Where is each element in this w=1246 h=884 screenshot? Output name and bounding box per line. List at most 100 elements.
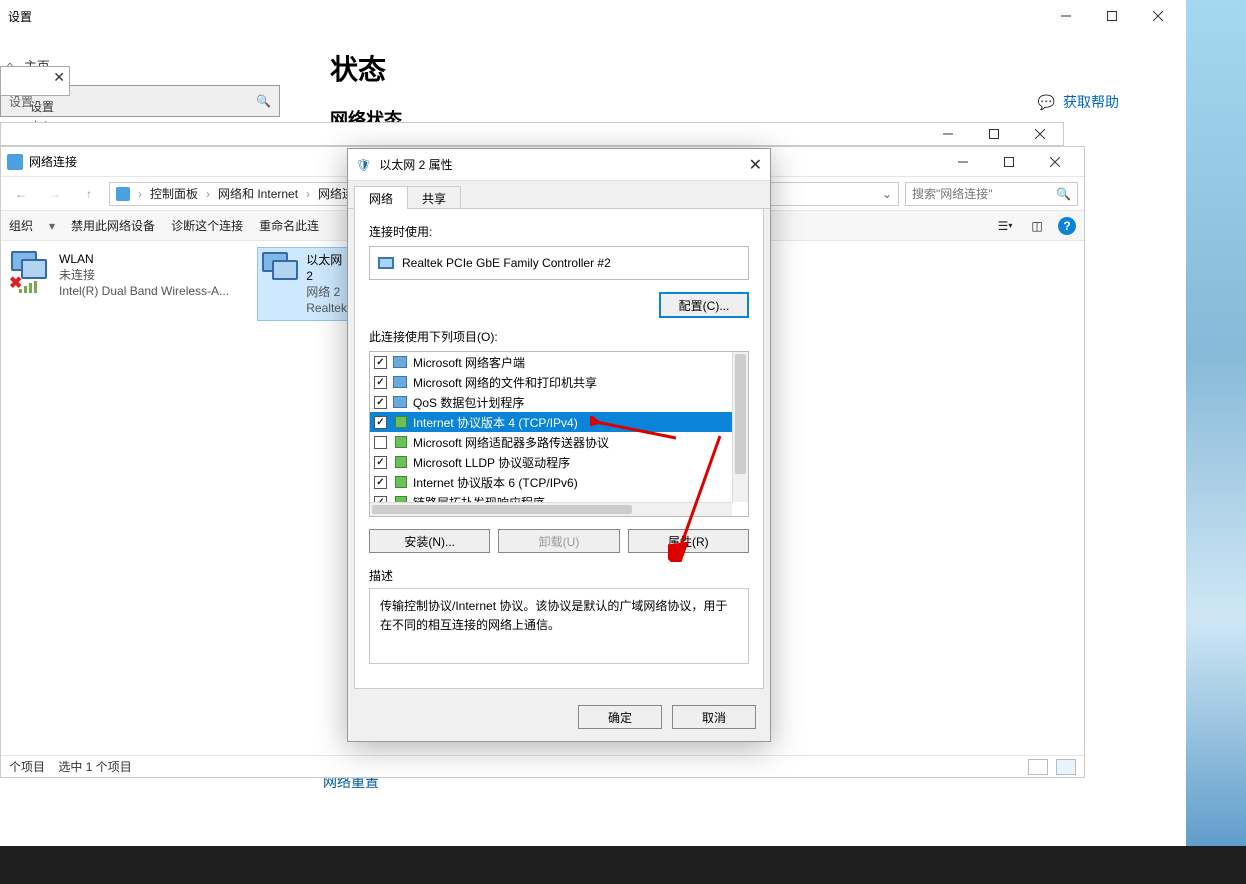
scrollbar-thumb[interactable] (372, 505, 632, 514)
install-button[interactable]: 安装(N)... (369, 529, 490, 553)
description-text: 传输控制协议/Internet 协议。该协议是默认的广域网络协议，用于在不同的相… (369, 588, 749, 664)
search-icon: 🔍 (256, 94, 271, 108)
status-count: 个项目 (9, 760, 45, 774)
checkbox[interactable]: ✓ (374, 396, 387, 409)
settings-titlebar: 设置 (0, 0, 1181, 32)
page-heading: 状态 (330, 48, 1151, 88)
uninstall-button: 卸载(U) (498, 529, 619, 553)
configure-button[interactable]: 配置(C)... (659, 292, 749, 318)
close-icon[interactable]: ✕ (53, 69, 65, 86)
toolbar-disable[interactable]: 禁用此网络设备 (71, 217, 155, 234)
cancel-button[interactable]: 取消 (672, 705, 756, 729)
minimize-button[interactable] (925, 123, 971, 145)
checkbox[interactable] (374, 436, 387, 449)
close-button[interactable] (1135, 0, 1181, 32)
status-selected: 选中 1 个项目 (58, 760, 131, 774)
checkbox[interactable]: ✓ (374, 476, 387, 489)
breadcrumb-seg[interactable]: 网络和 Internet (218, 185, 298, 202)
tab-sharing[interactable]: 共享 (407, 186, 461, 209)
minimize-button[interactable] (940, 148, 986, 176)
mini-line1: 设置 (30, 98, 54, 115)
conn-name: 以太网 2 (306, 252, 348, 284)
list-item[interactable]: ✓链路层拓扑发现响应程序 (370, 492, 732, 502)
conn-device: Intel(R) Dual Band Wireless-A... (59, 283, 229, 299)
close-button[interactable] (1017, 123, 1063, 145)
netconn-title: 网络连接 (29, 153, 77, 170)
minimize-button[interactable] (1043, 0, 1089, 32)
adapter-name: Realtek PCIe GbE Family Controller #2 (402, 256, 611, 270)
maximize-button[interactable] (986, 148, 1032, 176)
tab-body: 连接时使用: Realtek PCIe GbE Family Controlle… (354, 209, 764, 689)
list-item-label: Microsoft 网络客户端 (413, 354, 525, 371)
description-label: 描述 (369, 567, 749, 584)
search-icon: 🔍 (1056, 187, 1071, 201)
taskbar[interactable] (0, 846, 1246, 884)
tab-network[interactable]: 网络 (354, 186, 408, 209)
maximize-button[interactable] (1089, 0, 1135, 32)
view-options-button[interactable]: ☰▾ (994, 215, 1016, 237)
list-item[interactable]: ✓ Internet 协议版本 4 (TCP/IPv4) (370, 412, 732, 432)
protocol-icon (395, 456, 407, 468)
list-item[interactable]: ✓Internet 协议版本 6 (TCP/IPv6) (370, 472, 732, 492)
checkbox[interactable]: ✓ (374, 416, 387, 429)
ok-button[interactable]: 确定 (578, 705, 662, 729)
protocol-icon (395, 416, 407, 428)
maximize-button[interactable] (971, 123, 1017, 145)
connection-item-ethernet[interactable]: 以太网 2 网络 2 Realtek (257, 247, 353, 321)
forward-button[interactable]: → (41, 182, 69, 206)
chevron-down-icon[interactable]: ▾ (49, 219, 55, 233)
chevron-down-icon[interactable]: ⌄ (882, 187, 892, 201)
toolbar-organize[interactable]: 组织 (9, 217, 33, 234)
adapter-icon (378, 257, 394, 269)
list-item[interactable]: ✓ Microsoft 网络客户端 (370, 352, 732, 372)
items-listbox[interactable]: ✓ Microsoft 网络客户端✓Microsoft 网络的文件和打印机共享✓Q… (369, 351, 749, 517)
protocol-icon (395, 476, 407, 488)
list-item-label: Microsoft LLDP 协议驱动程序 (413, 454, 570, 471)
properties-button[interactable]: 属性(R) (628, 529, 749, 553)
explorer1-controls (0, 122, 1064, 146)
connection-item-wlan[interactable]: ✖ WLAN 未连接 Intel(R) Dual Band Wireless-A… (7, 247, 257, 303)
checkbox[interactable]: ✓ (374, 376, 387, 389)
search-placeholder: 搜索"网络连接" (912, 185, 993, 202)
settings-title: 设置 (8, 8, 32, 25)
toolbar-diagnose[interactable]: 诊断这个连接 (171, 217, 243, 234)
scrollbar-horizontal[interactable] (370, 502, 732, 516)
dialog-title: 以太网 2 属性 (379, 156, 452, 173)
close-button[interactable]: ✕ (749, 155, 762, 175)
netconn-icon (7, 154, 23, 170)
mini-window: ✕ (0, 66, 70, 96)
items-list-label: 此连接使用下列项目(O): (369, 328, 749, 345)
details-view-button[interactable] (1028, 759, 1048, 775)
scrollbar-vertical[interactable] (732, 352, 748, 502)
help-icon[interactable]: ? (1058, 217, 1076, 235)
list-item-label: Internet 协议版本 4 (TCP/IPv4) (413, 414, 578, 431)
list-item[interactable]: ✓Microsoft 网络的文件和打印机共享 (370, 372, 732, 392)
list-item[interactable]: ✓ Microsoft LLDP 协议驱动程序 (370, 452, 732, 472)
list-item[interactable]: ✓QoS 数据包计划程序 (370, 392, 732, 412)
close-button[interactable] (1032, 148, 1078, 176)
service-icon (393, 396, 407, 408)
props-titlebar[interactable]: 🛡 以太网 2 属性 ✕ (348, 149, 770, 181)
ethernet-properties-dialog: 🛡 以太网 2 属性 ✕ 网络 共享 连接时使用: Realtek PCIe G… (347, 148, 771, 742)
checkbox[interactable]: ✓ (374, 356, 387, 369)
list-item[interactable]: Microsoft 网络适配器多路传送器协议 (370, 432, 732, 452)
back-button[interactable]: ← (7, 182, 35, 206)
desktop-background (1186, 0, 1246, 884)
service-icon (393, 356, 407, 368)
ethernet-icon (262, 252, 298, 292)
toolbar-rename[interactable]: 重命名此连 (259, 217, 319, 234)
netconn-search-input[interactable]: 搜索"网络连接" 🔍 (905, 182, 1078, 206)
help-chat-icon: 💬 (1038, 94, 1055, 111)
conn-status: 网络 2 (306, 284, 348, 300)
preview-pane-button[interactable]: ◫ (1026, 215, 1048, 237)
checkbox[interactable]: ✓ (374, 456, 387, 469)
conn-device: Realtek (306, 300, 348, 316)
get-help-link[interactable]: 💬 获取帮助 (1038, 92, 1119, 112)
chevron-right-icon: › (136, 187, 144, 201)
up-button[interactable]: ↑ (75, 182, 103, 206)
tiles-view-button[interactable] (1056, 759, 1076, 775)
conn-status: 未连接 (59, 267, 229, 283)
shield-icon: 🛡 (356, 158, 371, 172)
scrollbar-thumb[interactable] (735, 354, 746, 474)
breadcrumb-seg[interactable]: 控制面板 (150, 185, 198, 202)
